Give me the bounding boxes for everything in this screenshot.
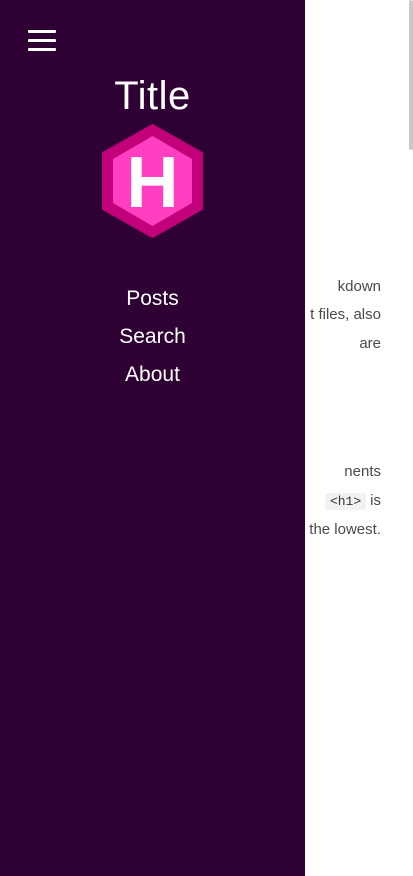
nav-item-about[interactable]: About <box>0 356 305 394</box>
nav-item-search[interactable]: Search <box>0 318 305 356</box>
menu-bar <box>28 39 56 42</box>
menu-bar <box>28 30 56 33</box>
hexagon-logo-icon[interactable]: H <box>101 123 204 239</box>
site-title[interactable]: Title <box>0 74 305 119</box>
inline-code: <h1> <box>324 493 367 510</box>
page: kdown t files, also are nents <h1> is the… <box>0 0 413 876</box>
main-nav: Posts Search About <box>0 280 305 394</box>
nav-item-posts[interactable]: Posts <box>0 280 305 318</box>
hamburger-menu-icon[interactable] <box>28 28 56 52</box>
scrollbar[interactable] <box>409 0 413 150</box>
menu-bar <box>28 48 56 51</box>
article-text-fragment: is <box>370 492 381 509</box>
logo-letter: H <box>127 143 179 223</box>
side-drawer: Title H Posts Search About <box>0 0 305 876</box>
